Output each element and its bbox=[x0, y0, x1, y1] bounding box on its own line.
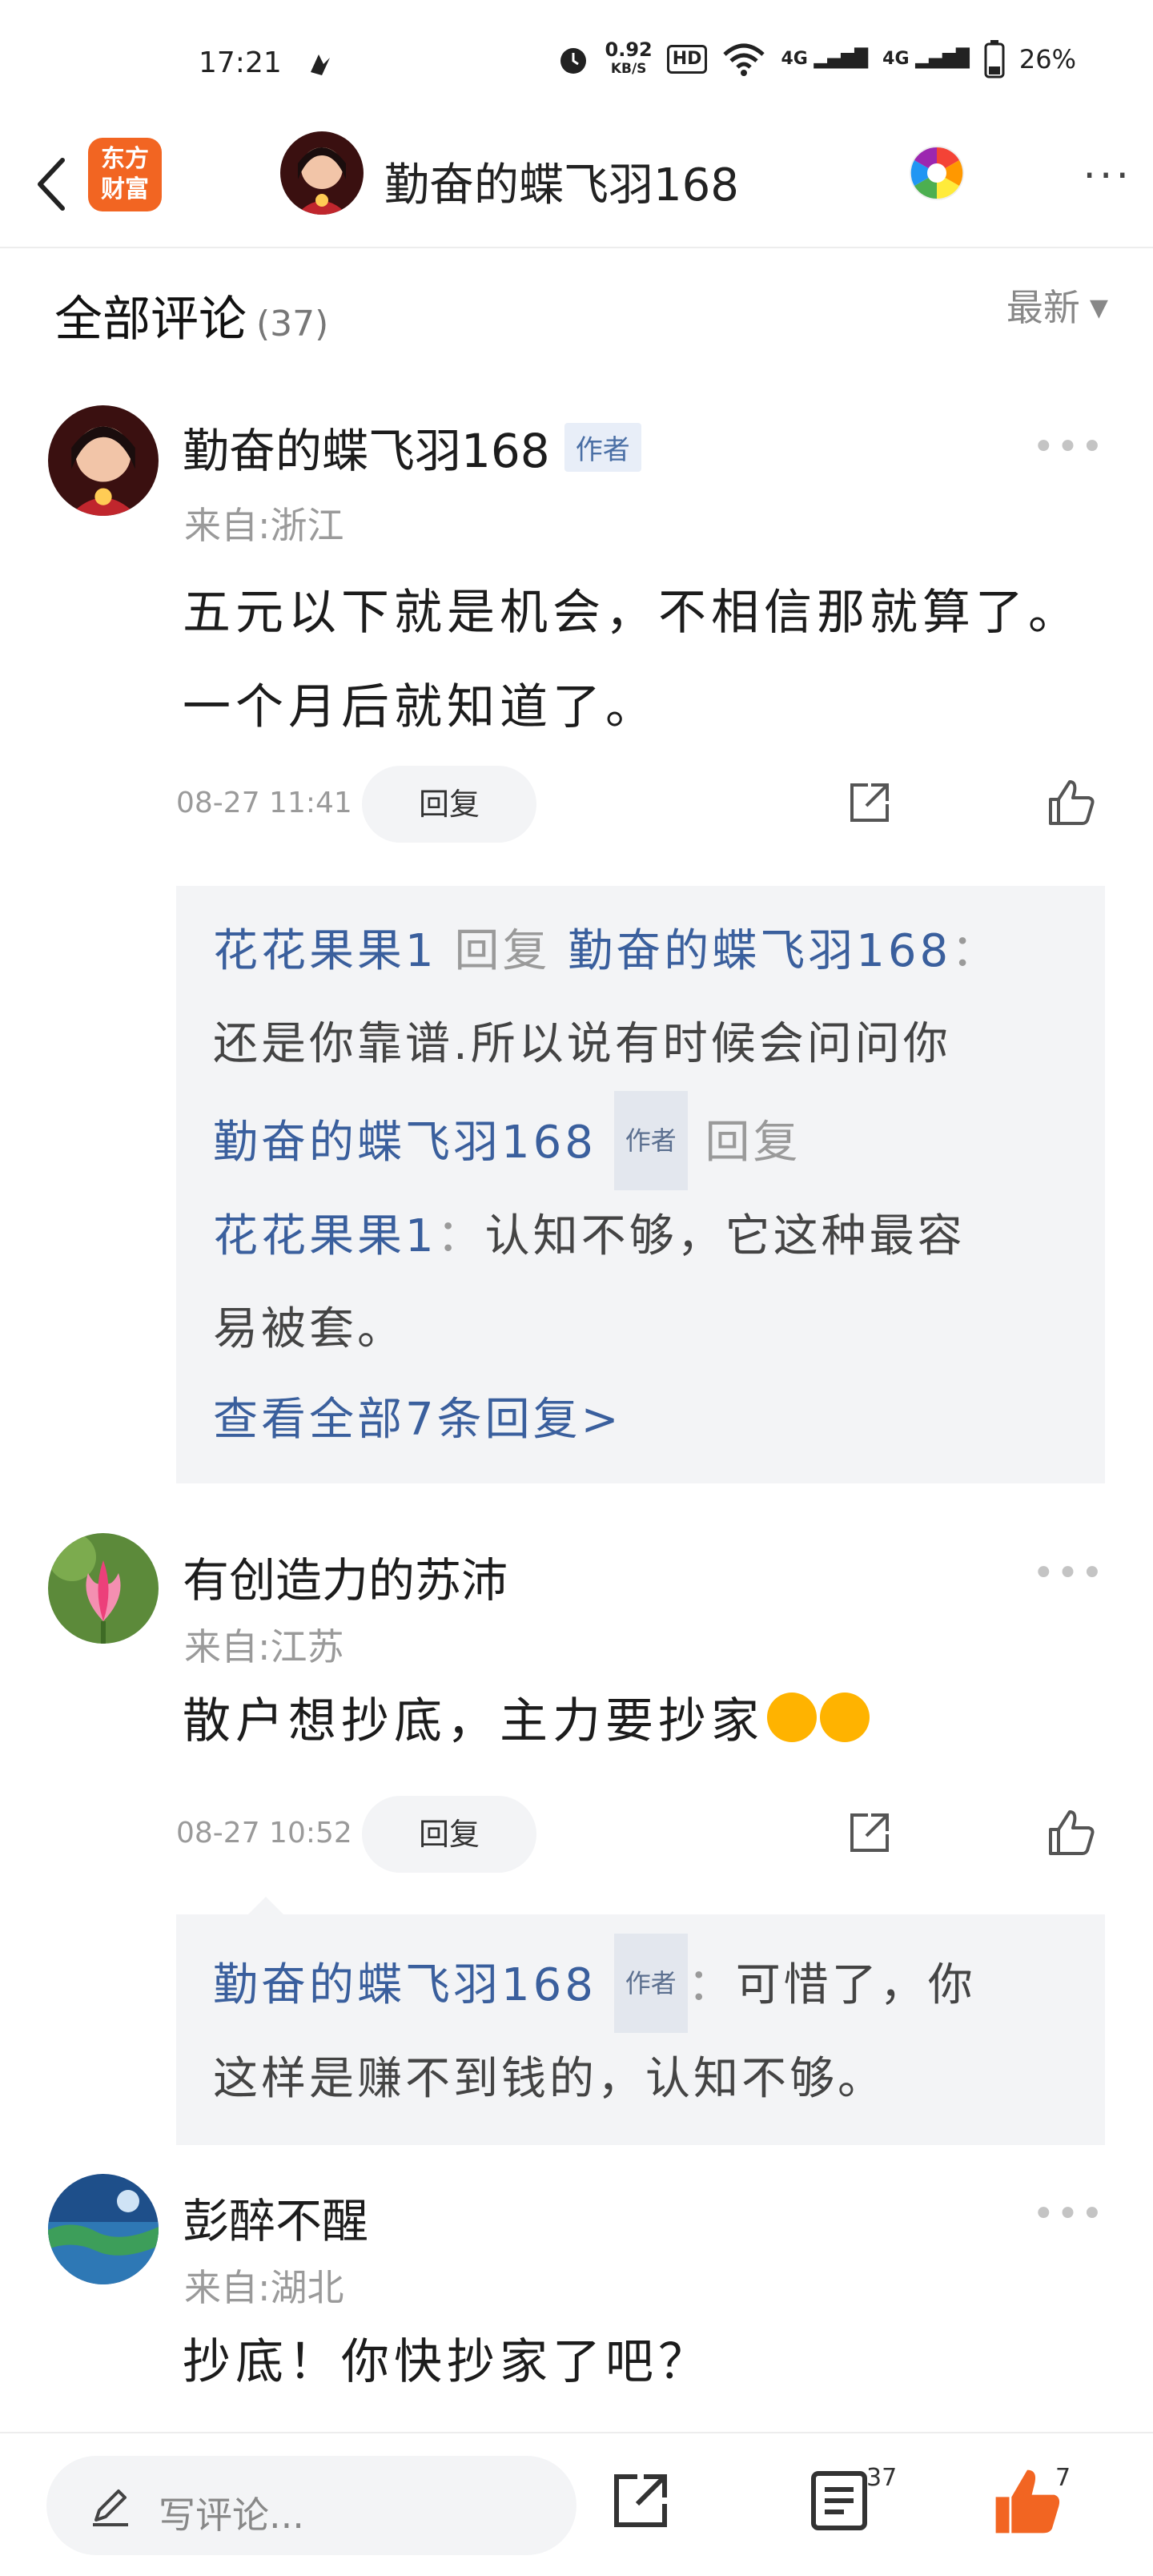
status-icons: 0.92 KB/S HD 4G ▂▄▆█ 4G ▂▄▆█ 26% bbox=[556, 40, 1076, 78]
comment-count-badge: 37 bbox=[866, 2464, 898, 2492]
comment-avatar[interactable] bbox=[48, 405, 159, 516]
notification-app-icon bbox=[311, 54, 330, 75]
comment-more-icon[interactable]: ••• bbox=[1032, 2192, 1105, 2236]
comment-input[interactable]: 写评论... bbox=[46, 2456, 576, 2555]
comment-avatar[interactable] bbox=[48, 1533, 159, 1644]
hd-voice-icon: HD bbox=[666, 45, 708, 74]
alarm-icon bbox=[560, 48, 586, 74]
author-badge: 作者 bbox=[564, 423, 641, 472]
laughing-emoji-icon bbox=[820, 1693, 870, 1742]
thumbs-up-icon[interactable] bbox=[1046, 777, 1097, 828]
color-wheel-icon[interactable] bbox=[908, 144, 966, 202]
author-badge: 作者 bbox=[613, 1934, 688, 2033]
view-all-replies-link[interactable]: 查看全部7条回复> bbox=[213, 1376, 1068, 1464]
comment-text: 抄底！你快抄家了吧？ bbox=[183, 2334, 711, 2390]
comment-location: 来自:浙江 bbox=[184, 504, 344, 547]
app-logo[interactable]: 东方 财富 bbox=[88, 138, 162, 211]
reply-thread: 勤奋的蝶飞羽168 作者 ：可惜了，你 这样是赚不到钱的，认知不够。 bbox=[176, 1897, 1105, 2145]
share-icon[interactable] bbox=[844, 777, 895, 828]
comment-more-icon[interactable]: ••• bbox=[1032, 1551, 1105, 1596]
reply-text: 易被套。 bbox=[213, 1303, 405, 1355]
signal-icon-1: 4G ▂▄▆█ bbox=[781, 49, 869, 69]
nav-bar: 东方 财富 勤奋的蝶飞羽168 ··· bbox=[0, 120, 1153, 248]
share-icon[interactable] bbox=[844, 1807, 895, 1858]
bottom-action-bar: 写评论... 37 7 bbox=[0, 2432, 1153, 2576]
wifi-icon bbox=[723, 43, 765, 76]
thumbs-up-icon[interactable] bbox=[1046, 1807, 1097, 1858]
reply-text: 还是你靠谱.所以说有时候会问问你 bbox=[213, 1018, 951, 1070]
more-menu-icon[interactable]: ··· bbox=[1083, 152, 1132, 200]
reply-line[interactable]: 勤奋的蝶飞羽168 作者 回复 bbox=[213, 1091, 1068, 1190]
reply-button[interactable]: 回复 bbox=[362, 1796, 536, 1873]
comment-author[interactable]: 有创造力的苏沛 bbox=[183, 1543, 508, 1610]
like-count-badge: 7 bbox=[1055, 2464, 1071, 2492]
comment-avatar[interactable] bbox=[48, 2174, 159, 2284]
comment-text: 五元以下就是机会，不相信那就算了。一个月后就知道了。 bbox=[183, 585, 1081, 735]
sort-dropdown[interactable]: 最新 ▼ bbox=[1006, 279, 1108, 332]
comment-input-placeholder: 写评论... bbox=[159, 2493, 304, 2537]
thumbs-up-filled-icon[interactable] bbox=[991, 2465, 1063, 2538]
page-title: 勤奋的蝶飞羽168 bbox=[384, 159, 739, 211]
comment-time: 08-27 11:41 bbox=[176, 787, 352, 819]
reply-thread: 花花果果1 回复 勤奋的蝶飞羽168： 还是你靠谱.所以说有时候会问问你 勤奋的… bbox=[176, 886, 1105, 1483]
triangle-down-icon: ▼ bbox=[1089, 294, 1108, 322]
battery-icon bbox=[984, 40, 1005, 78]
comments-list-icon[interactable] bbox=[807, 2469, 871, 2533]
back-arrow-icon[interactable] bbox=[27, 144, 75, 224]
comment-text: 散户想抄底，主力要抄家 bbox=[183, 1674, 1103, 1769]
comments-header: 全部评论 (37) 最新 ▼ bbox=[0, 248, 1153, 360]
status-bar: 17:21 0.92 KB/S HD 4G ▂▄▆█ 4G ▂▄▆█ 26% bbox=[0, 0, 1153, 120]
comment-author[interactable]: 勤奋的蝶飞羽168 作者 bbox=[183, 413, 641, 481]
comment-more-icon[interactable]: ••• bbox=[1032, 425, 1105, 469]
battery-percent: 26% bbox=[1018, 44, 1076, 74]
signal-icon-2: 4G ▂▄▆█ bbox=[882, 49, 970, 69]
reply-text: 这样是赚不到钱的，认知不够。 bbox=[213, 2053, 886, 2105]
status-time: 17:21 bbox=[199, 46, 282, 79]
laughing-emoji-icon bbox=[767, 1693, 817, 1742]
reply-text: 花花果果1：认知不够，它这种最容 bbox=[213, 1210, 966, 1262]
comments-count: (37) bbox=[256, 304, 329, 344]
net-speed: 0.92 KB/S bbox=[605, 38, 653, 77]
reply-line[interactable]: 花花果果1 回复 勤奋的蝶飞羽168： bbox=[213, 905, 1068, 998]
comments-title: 全部评论 (37) bbox=[54, 292, 329, 348]
comment-location: 来自:江苏 bbox=[184, 1625, 344, 1668]
reply-line[interactable]: 勤奋的蝶飞羽168 作者 ：可惜了，你 bbox=[213, 1934, 1068, 2033]
share-icon[interactable] bbox=[609, 2469, 673, 2533]
author-badge: 作者 bbox=[613, 1091, 688, 1190]
reply-button[interactable]: 回复 bbox=[362, 766, 536, 843]
comment-time: 08-27 10:52 bbox=[176, 1817, 352, 1849]
comment-location: 来自:湖北 bbox=[184, 2266, 344, 2309]
comment-author[interactable]: 彭醉不醒 bbox=[183, 2184, 368, 2251]
user-avatar[interactable] bbox=[280, 131, 364, 215]
pencil-icon bbox=[93, 2489, 128, 2526]
